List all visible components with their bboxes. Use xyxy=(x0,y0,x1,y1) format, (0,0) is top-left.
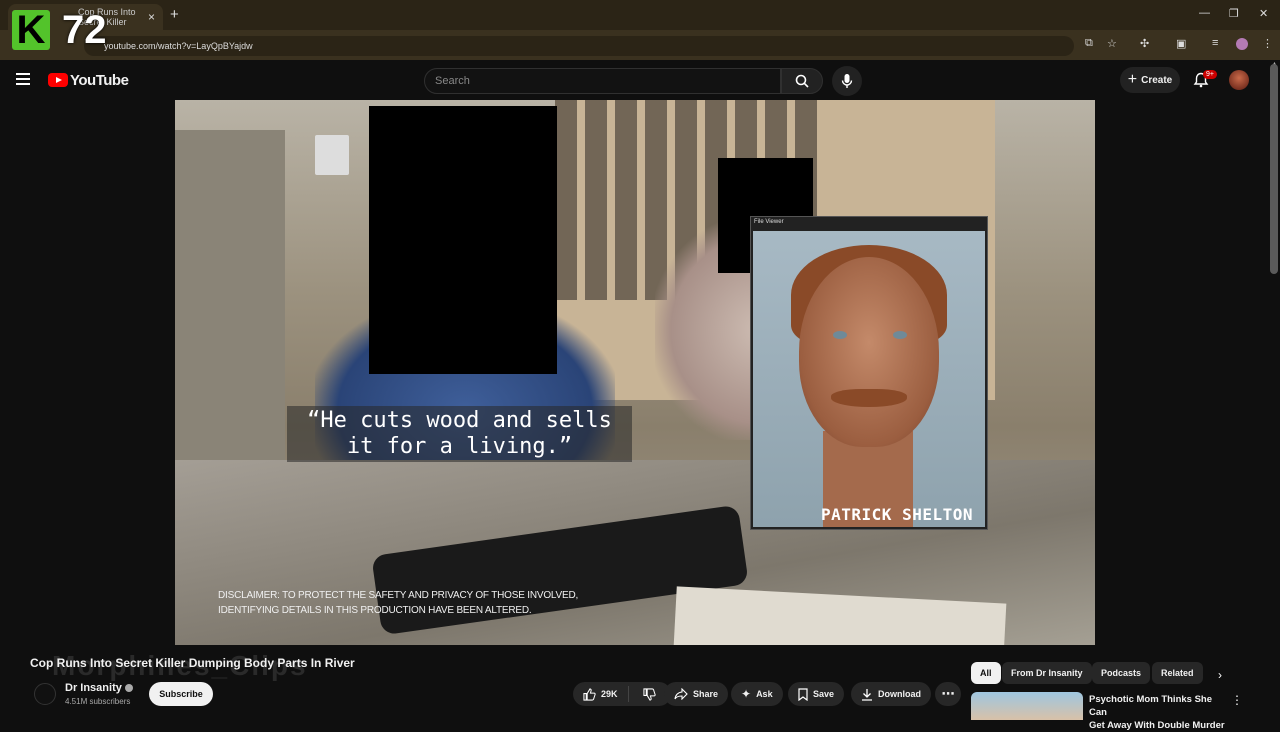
new-tab-button[interactable]: + xyxy=(170,6,179,23)
recommendation-title[interactable]: Psychotic Mom Thinks She Can Get Away Wi… xyxy=(1089,693,1229,732)
notification-badge: 9+ xyxy=(1203,70,1217,79)
chip-from-channel[interactable]: From Dr Insanity xyxy=(1002,662,1092,684)
like-button[interactable]: 29K xyxy=(573,686,629,702)
mugshot-mustache xyxy=(831,389,907,407)
mugshot-eye xyxy=(833,331,847,339)
bookmark-icon xyxy=(798,687,808,701)
subscriber-count: 4.51M subscribers xyxy=(65,697,131,706)
video-doorway xyxy=(175,130,285,500)
youtube-header: YouTube Search + Create 9+ xyxy=(0,60,1280,100)
plus-icon: + xyxy=(1127,71,1138,88)
voice-search-button[interactable] xyxy=(832,66,862,96)
caption-line: it for a living.” xyxy=(346,434,573,459)
browser-menu-icon[interactable]: ⋮ xyxy=(1262,37,1273,50)
video-title: Cop Runs Into Secret Killer Dumping Body… xyxy=(30,656,355,670)
recommendation-menu-icon[interactable]: ⋮ xyxy=(1231,693,1243,707)
create-label: Create xyxy=(1141,74,1173,86)
install-app-icon[interactable]: ⧉ xyxy=(1085,37,1093,50)
user-avatar[interactable] xyxy=(1229,70,1249,90)
redaction-box xyxy=(369,106,557,374)
mugshot-name: PATRICK SHELTON xyxy=(821,505,973,524)
menu-icon[interactable] xyxy=(16,73,30,85)
search-button[interactable] xyxy=(781,68,823,94)
profile-avatar[interactable] xyxy=(1236,38,1248,50)
youtube-brand[interactable]: YouTube xyxy=(70,72,129,89)
video-player[interactable]: “He cuts wood and sells it for a living.… xyxy=(175,100,1095,645)
thumbs-up-icon xyxy=(583,687,596,701)
download-icon xyxy=(862,688,872,701)
video-exit-sign xyxy=(315,135,349,175)
dislike-button[interactable] xyxy=(634,687,665,701)
chip-all[interactable]: All xyxy=(971,662,1001,684)
page-scrollbar[interactable] xyxy=(1270,64,1278,274)
disclaimer-line: DISCLAIMER: TO PROTECT THE SAFETY AND PR… xyxy=(218,590,579,601)
thumbs-down-icon xyxy=(642,687,656,701)
create-button[interactable]: + Create xyxy=(1120,67,1180,93)
channel-name[interactable]: Dr Insanity xyxy=(65,682,122,694)
chevron-right-icon[interactable]: › xyxy=(1218,668,1222,682)
microphone-icon xyxy=(841,74,853,88)
media-icon[interactable]: ≡ xyxy=(1212,37,1218,49)
file-viewer-title: File Viewer xyxy=(754,219,784,225)
recommendation-title-line: Get Away With Double Murder xyxy=(1089,720,1225,731)
like-dislike-group: 29K xyxy=(573,682,671,706)
browser-tabbar: Cop Runs Into Secret Killer × + — ❐ ✕ xyxy=(0,0,1280,30)
more-horizontal-icon: ⋯ xyxy=(941,686,955,701)
verified-icon xyxy=(124,684,133,693)
share-button[interactable]: Share xyxy=(664,682,729,706)
channel-avatar[interactable] xyxy=(34,683,56,705)
like-count: 29K xyxy=(601,689,618,699)
save-button[interactable]: Save xyxy=(788,682,845,706)
maximize-icon[interactable]: ❐ xyxy=(1229,7,1239,20)
youtube-logo-icon[interactable] xyxy=(48,73,68,87)
share-label: Share xyxy=(693,689,719,699)
download-label: Download xyxy=(878,689,921,699)
extensions-icon[interactable]: ✣ xyxy=(1140,37,1149,50)
video-caption: “He cuts wood and sells it for a living.… xyxy=(287,406,632,462)
file-viewer-window: File Viewer PATRICK SHELTON xyxy=(750,216,988,530)
more-actions-button[interactable]: ⋯ xyxy=(935,682,961,706)
search-icon xyxy=(795,74,809,88)
close-window-icon[interactable]: ✕ xyxy=(1259,7,1268,20)
channel-name-row[interactable]: Dr Insanity xyxy=(65,682,133,694)
caption-line: “He cuts wood and sells xyxy=(307,408,612,433)
disclaimer-line: IDENTIFYING DETAILS IN THIS PRODUCTION H… xyxy=(218,605,532,616)
overlay-k-logo: K xyxy=(12,10,50,50)
download-button[interactable]: Download xyxy=(851,682,931,706)
overlay-number: 72 xyxy=(62,8,107,52)
share-icon xyxy=(674,688,688,700)
close-tab-icon[interactable]: × xyxy=(148,10,155,24)
channel-overlay-logo: K 72 xyxy=(8,8,112,52)
url-field[interactable]: youtube.com/watch?v=LayQpBYajdw xyxy=(84,36,1074,56)
mugshot-eye xyxy=(893,331,907,339)
subscribe-button[interactable]: Subscribe xyxy=(149,682,213,706)
search-input[interactable]: Search xyxy=(424,68,781,94)
recommendation-title-line: Psychotic Mom Thinks She Can xyxy=(1089,694,1212,718)
minimize-icon[interactable]: — xyxy=(1199,7,1210,19)
ask-button[interactable]: ✦ Ask xyxy=(731,682,783,706)
bookmark-star-icon[interactable]: ☆ xyxy=(1107,37,1117,50)
mugshot-face xyxy=(799,257,939,447)
ask-label: Ask xyxy=(756,689,773,699)
chip-related[interactable]: Related xyxy=(1152,662,1203,684)
recommendation-thumbnail[interactable] xyxy=(971,692,1083,720)
sparkle-icon: ✦ xyxy=(741,687,752,701)
video-disclaimer: DISCLAIMER: TO PROTECT THE SAFETY AND PR… xyxy=(218,588,578,618)
mugshot-photo: PATRICK SHELTON xyxy=(753,231,985,527)
chip-podcasts[interactable]: Podcasts xyxy=(1092,662,1151,684)
sidepanel-icon[interactable]: ▣ xyxy=(1176,37,1186,50)
save-label: Save xyxy=(813,689,835,699)
